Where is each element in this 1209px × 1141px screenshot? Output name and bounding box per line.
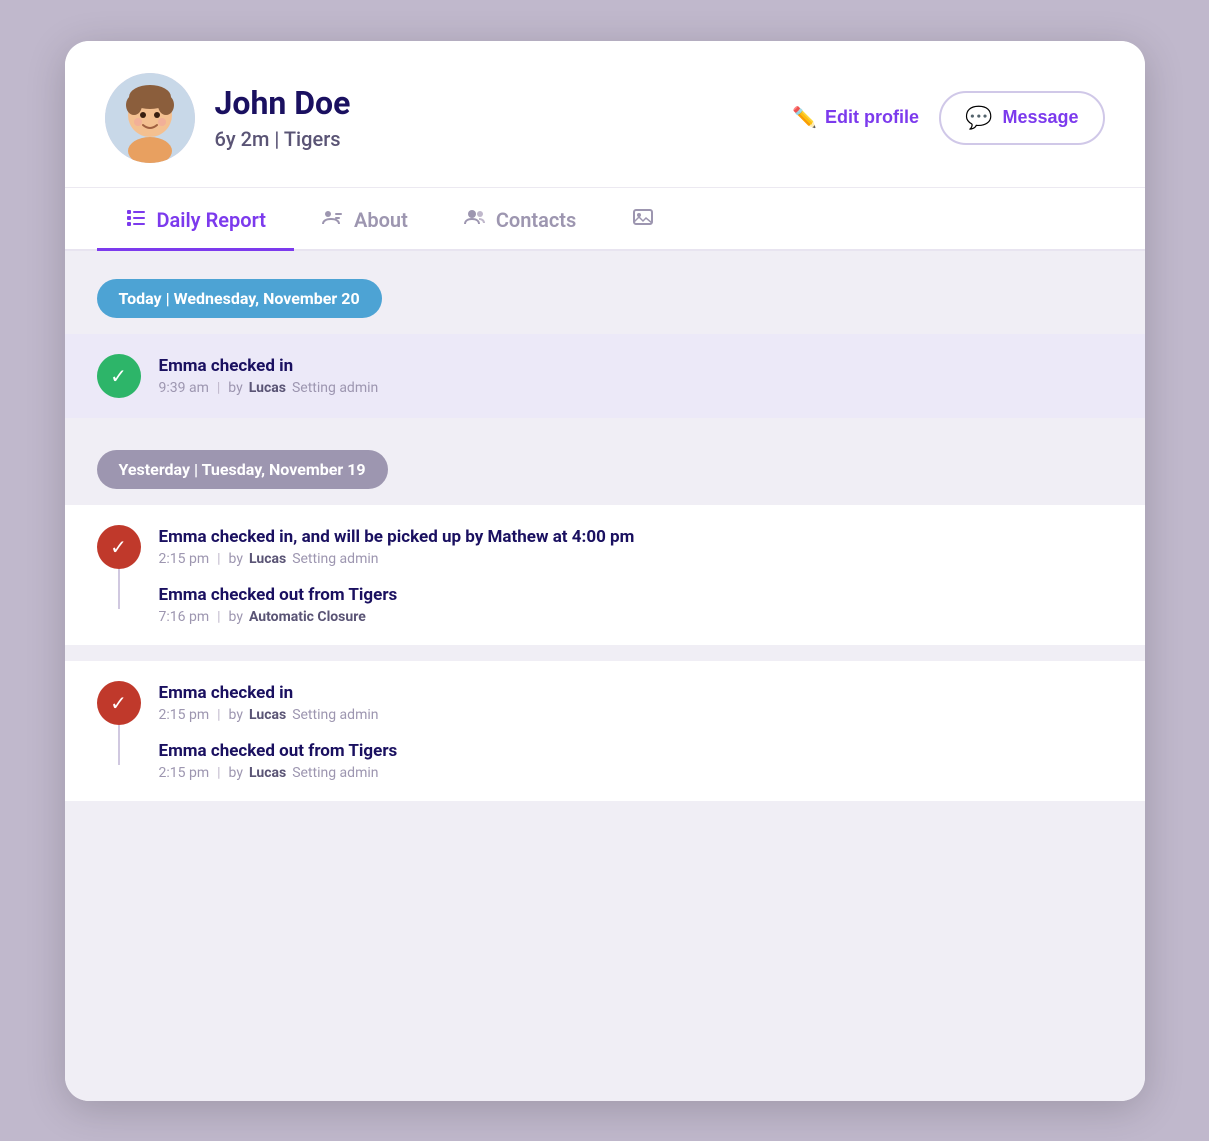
avatar: [105, 73, 195, 163]
profile-header: John Doe 6y 2m | Tigers ✏️ Edit profile …: [65, 41, 1145, 188]
yesterday-event-meta-2: 2:15 pm | by Lucas Setting admin: [159, 707, 1113, 723]
today-event-1: ✓ Emma checked in 9:39 am | by Lucas Set…: [65, 334, 1145, 418]
y-event-role-1: Setting admin: [292, 551, 378, 567]
y-event-by-2: by: [229, 707, 243, 723]
daily-report-content: Today | Wednesday, November 20 ✓ Emma ch…: [65, 251, 1145, 1101]
yesterday-group: Yesterday | Tuesday, November 19 ✓ Emma …: [65, 450, 1145, 801]
yesterday-event-title-1: Emma checked in, and will be picked up b…: [159, 527, 1113, 547]
yesterday-sub-title-1: Emma checked out from Tigers: [159, 585, 1113, 605]
y-sub-by-2: by: [229, 765, 243, 781]
today-group: Today | Wednesday, November 20 ✓ Emma ch…: [65, 279, 1145, 418]
pencil-icon: ✏️: [792, 105, 817, 130]
yesterday-sub-event-2: Emma checked out from Tigers 2:15 pm | b…: [159, 741, 1113, 781]
today-event-content-1: Emma checked in 9:39 am | by Lucas Setti…: [159, 354, 1113, 396]
yesterday-event-title-2: Emma checked in: [159, 683, 1113, 703]
today-connector-1: ✓: [97, 354, 141, 398]
yesterday-event-2: ✓ Emma checked in 2:15 pm | by Lucas Set…: [65, 661, 1145, 801]
y-sub-time-1: 7:16 pm: [159, 609, 210, 625]
yesterday-sub-meta-1: 7:16 pm | by Automatic Closure: [159, 609, 1113, 625]
y-event-role-2: Setting admin: [292, 707, 378, 723]
yesterday-event-1: ✓ Emma checked in, and will be picked up…: [65, 505, 1145, 645]
yesterday-badge: Yesterday | Tuesday, November 19: [97, 450, 388, 489]
yesterday-connector-1: ✓: [97, 525, 141, 609]
y-sub-by-1: by: [229, 609, 243, 625]
yesterday-event-content-2: Emma checked in 2:15 pm | by Lucas Setti…: [159, 681, 1113, 781]
separator: |: [217, 765, 220, 781]
yesterday-event-meta-1: 2:15 pm | by Lucas Setting admin: [159, 551, 1113, 567]
today-event-meta-1: 9:39 am | by Lucas Setting admin: [159, 380, 1113, 396]
profile-subtitle: 6y 2m | Tigers: [215, 127, 773, 151]
today-event-by-label: by: [228, 380, 242, 396]
person-icon: [322, 206, 344, 234]
section-gap: [65, 426, 1145, 450]
tabs-bar: Daily Report About Contacts: [65, 188, 1145, 251]
y-sub-byname-1: Automatic Closure: [249, 609, 366, 625]
today-event-by-name-1: Lucas: [249, 380, 286, 396]
tab-photos[interactable]: [604, 188, 682, 251]
edit-profile-label: Edit profile: [825, 107, 919, 128]
today-badge: Today | Wednesday, November 20: [97, 279, 382, 318]
yesterday-sub-meta-2: 2:15 pm | by Lucas Setting admin: [159, 765, 1113, 781]
check-icon-red-1: ✓: [97, 525, 141, 569]
y-event-time-2: 2:15 pm: [159, 707, 210, 723]
y-sub-time-2: 2:15 pm: [159, 765, 210, 781]
tab-about[interactable]: About: [294, 188, 436, 251]
check-icon-green: ✓: [97, 354, 141, 398]
line-down-1: [118, 569, 120, 609]
today-event-time-1: 9:39 am: [159, 380, 209, 396]
profile-name: John Doe: [215, 84, 773, 122]
y-event-byname-2: Lucas: [249, 707, 286, 723]
chat-icon: 💬: [965, 105, 992, 131]
tab-daily-report[interactable]: Daily Report: [97, 188, 295, 251]
separator: |: [217, 609, 220, 625]
separator: |: [217, 707, 220, 723]
profile-actions: ✏️ Edit profile 💬 Message: [792, 91, 1104, 145]
check-icon-red-2: ✓: [97, 681, 141, 725]
separator: |: [217, 380, 220, 396]
photos-icon: [632, 206, 654, 234]
separator: |: [217, 551, 220, 567]
y-sub-role-2: Setting admin: [292, 765, 378, 781]
line-down-2: [118, 725, 120, 765]
contacts-icon: [464, 206, 486, 234]
y-sub-byname-2: Lucas: [249, 765, 286, 781]
yesterday-timeline-1: ✓ Emma checked in, and will be picked up…: [65, 505, 1145, 645]
tab-contacts-label: Contacts: [496, 208, 576, 232]
list-icon: [125, 206, 147, 234]
tab-about-label: About: [354, 208, 408, 232]
message-button[interactable]: 💬 Message: [939, 91, 1104, 145]
yesterday-connector-2: ✓: [97, 681, 141, 765]
y-event-time-1: 2:15 pm: [159, 551, 210, 567]
y-event-byname-1: Lucas: [249, 551, 286, 567]
y-event-by-1: by: [229, 551, 243, 567]
main-card: John Doe 6y 2m | Tigers ✏️ Edit profile …: [65, 41, 1145, 1101]
yesterday-event-content-1: Emma checked in, and will be picked up b…: [159, 525, 1113, 625]
today-event-role-1: Setting admin: [292, 380, 378, 396]
tab-daily-report-label: Daily Report: [157, 208, 267, 232]
group-gap: [65, 645, 1145, 661]
yesterday-timeline-2: ✓ Emma checked in 2:15 pm | by Lucas Set…: [65, 661, 1145, 801]
profile-info: John Doe 6y 2m | Tigers: [215, 84, 773, 150]
tab-contacts[interactable]: Contacts: [436, 188, 604, 251]
today-event-title-1: Emma checked in: [159, 356, 1113, 376]
today-timeline: ✓ Emma checked in 9:39 am | by Lucas Set…: [65, 334, 1145, 418]
edit-profile-button[interactable]: ✏️ Edit profile: [792, 105, 919, 130]
yesterday-sub-event-1: Emma checked out from Tigers 7:16 pm | b…: [159, 585, 1113, 625]
yesterday-sub-title-2: Emma checked out from Tigers: [159, 741, 1113, 761]
message-label: Message: [1002, 107, 1078, 128]
